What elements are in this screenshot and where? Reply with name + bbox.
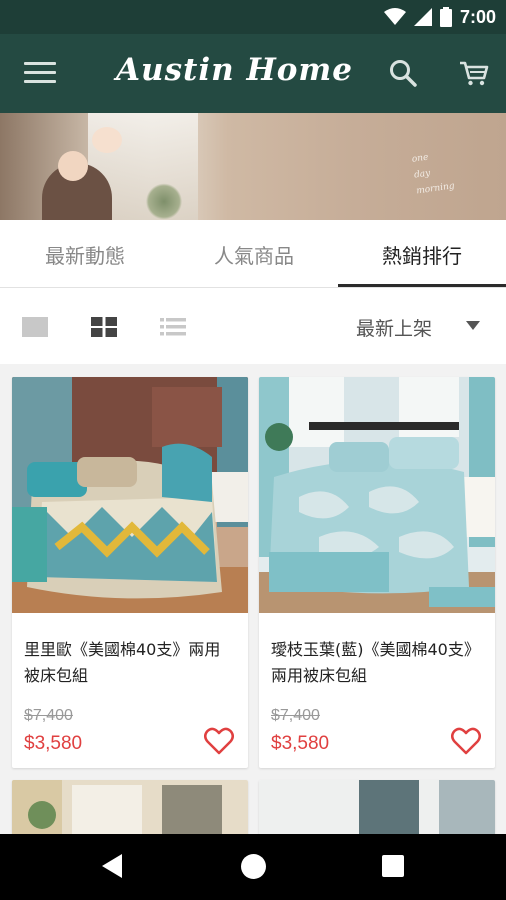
sort-dropdown-label[interactable]: 最新上架	[356, 314, 432, 341]
battery-icon	[439, 7, 452, 27]
heart-icon[interactable]	[204, 727, 234, 755]
product-card[interactable]	[259, 780, 495, 834]
signal-icon	[413, 8, 432, 26]
recent-apps-icon[interactable]	[382, 855, 404, 877]
chevron-down-icon[interactable]	[466, 321, 480, 330]
status-time: 7:00	[459, 6, 496, 27]
product-image[interactable]	[12, 377, 248, 613]
tab-bestseller[interactable]: 熱銷排行	[338, 220, 506, 288]
brand-logo: Austin Home	[116, 52, 353, 88]
app-bar: Austin Home	[0, 34, 506, 113]
product-card[interactable]: 璦枝玉葉(藍)《美國棉40支》兩用被床包組 $7,400 $3,580	[259, 377, 495, 768]
product-card[interactable]: 里里歐《美國棉40支》兩用被床包組 $7,400 $3,580	[12, 377, 248, 768]
tab-popular[interactable]: 人氣商品	[170, 220, 338, 288]
list-view-icon[interactable]	[160, 316, 186, 338]
product-card[interactable]	[12, 780, 248, 834]
product-image[interactable]	[259, 780, 495, 834]
heart-icon[interactable]	[451, 727, 481, 755]
product-image[interactable]	[259, 377, 495, 613]
product-grid: 里里歐《美國棉40支》兩用被床包組 $7,400 $3,580 璦枝玉葉(藍)《…	[0, 364, 506, 834]
wifi-icon	[383, 8, 406, 25]
product-name[interactable]: 璦枝玉葉(藍)《美國棉40支》兩用被床包組	[259, 613, 495, 697]
sale-price: $3,580	[24, 733, 83, 754]
sale-price: $3,580	[271, 733, 330, 754]
product-name[interactable]: 里里歐《美國棉40支》兩用被床包組	[12, 613, 248, 697]
original-price: $7,400	[271, 707, 320, 724]
back-icon[interactable]	[102, 854, 122, 878]
view-toolbar: 最新上架	[0, 288, 506, 364]
hamburger-menu-icon[interactable]	[24, 62, 56, 86]
system-nav-bar	[0, 834, 506, 900]
grid-view-icon[interactable]	[91, 316, 117, 338]
product-image[interactable]	[12, 780, 248, 834]
tab-indicator	[338, 284, 506, 287]
home-icon[interactable]	[241, 854, 266, 879]
promo-banner[interactable]: one day morning	[0, 113, 506, 220]
single-view-icon[interactable]	[22, 316, 48, 338]
status-bar: 7:00	[0, 0, 506, 34]
category-tabs: 最新動態 人氣商品 熱銷排行	[0, 220, 506, 288]
banner-script-text: one day morning	[411, 152, 456, 197]
search-icon[interactable]	[388, 58, 418, 88]
shopping-cart-icon[interactable]	[458, 58, 490, 88]
tab-latest[interactable]: 最新動態	[0, 220, 170, 288]
original-price: $7,400	[24, 707, 73, 724]
